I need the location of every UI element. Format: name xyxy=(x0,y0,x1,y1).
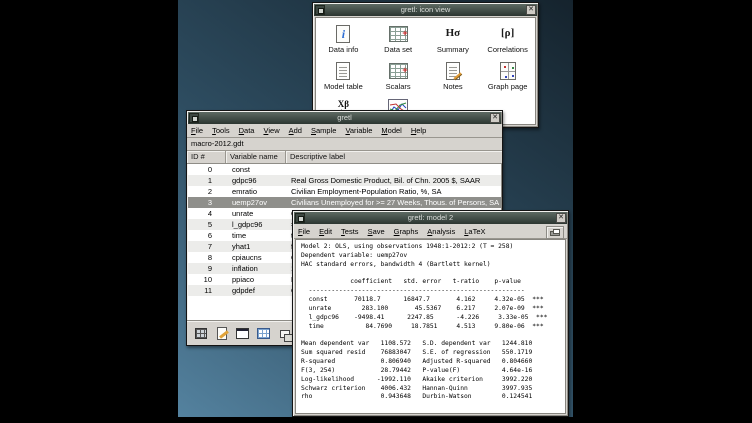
menu-item[interactable]: Help xyxy=(411,126,426,135)
session-icon-data-set[interactable]: Data set xyxy=(371,23,426,60)
menu-item[interactable]: Edit xyxy=(319,227,332,236)
menu-item[interactable]: Data xyxy=(239,126,255,135)
menu-item[interactable]: Model xyxy=(381,126,401,135)
summary-icon: Hσ xyxy=(446,23,461,44)
table-row[interactable]: 2 emratio Civilian Employment-Population… xyxy=(188,186,501,197)
close-icon[interactable]: ✕ xyxy=(556,213,566,223)
model-window: gretl: model 2 ✕ File Edit Tests Save Graphs… xyxy=(292,210,569,417)
session-icon-summary[interactable]: Hσ Summary xyxy=(426,23,481,60)
table-row[interactable]: 3 uemp27ov Civilians Unemployed for >= 2… xyxy=(188,197,501,208)
close-icon[interactable]: ✕ xyxy=(526,5,536,15)
model-titlebar[interactable]: gretl: model 2 ✕ xyxy=(294,212,567,224)
session-view-icon[interactable] xyxy=(277,326,292,341)
window-title: gretl: icon view xyxy=(326,4,525,16)
column-header-id[interactable]: ID # xyxy=(187,151,226,163)
scalars-icon xyxy=(389,60,408,81)
window-menu-button[interactable] xyxy=(189,113,199,123)
table-row[interactable]: 1 gdpc96 Real Gross Domestic Product, Bi… xyxy=(188,175,501,186)
print-icon[interactable] xyxy=(546,226,564,239)
session-icon-data-info[interactable]: i Data info xyxy=(316,23,371,60)
column-header-label[interactable]: Descriptive label xyxy=(286,151,502,163)
window-title: gretl xyxy=(200,112,489,124)
menu-item[interactable]: Analysis xyxy=(427,227,455,236)
menu-item[interactable]: Variable xyxy=(345,126,372,135)
session-icon-notes[interactable]: Notes xyxy=(426,60,481,97)
menu-item[interactable]: File xyxy=(191,126,203,135)
menu-item[interactable]: LaTeX xyxy=(464,227,485,236)
menu-item[interactable]: Tests xyxy=(341,227,359,236)
model-menubar: File Edit Tests Save Graphs Analysis LaTeX xyxy=(294,224,567,239)
menu-item[interactable]: Add xyxy=(289,126,302,135)
window-menu-button[interactable] xyxy=(295,213,305,223)
main-titlebar[interactable]: gretl ✕ xyxy=(188,112,501,124)
console-icon[interactable] xyxy=(235,326,250,341)
spreadsheet-icon[interactable] xyxy=(256,326,271,341)
variable-table-header: ID # Variable name Descriptive label xyxy=(187,151,502,164)
main-menubar: File Tools Data View Add Sample Variable Model H… xyxy=(187,124,502,138)
menu-item[interactable]: Graphs xyxy=(394,227,419,236)
menu-item[interactable]: Sample xyxy=(311,126,336,135)
menu-item[interactable]: View xyxy=(263,126,279,135)
menu-item[interactable]: Tools xyxy=(212,126,230,135)
calculator-icon[interactable] xyxy=(193,326,208,341)
menu-item[interactable]: File xyxy=(298,227,310,236)
window-title: gretl: model 2 xyxy=(306,212,555,224)
graph-page-icon xyxy=(500,60,516,81)
session-icon-grid: i Data info Data set Hσ Summary [ρ] Corr… xyxy=(315,17,536,125)
column-header-name[interactable]: Variable name xyxy=(226,151,286,163)
session-icon-correlations[interactable]: [ρ] Correlations xyxy=(480,23,535,60)
close-icon[interactable]: ✕ xyxy=(490,113,500,123)
session-icon-scalars[interactable]: Scalars xyxy=(371,60,426,97)
menu-item[interactable]: Save xyxy=(368,227,385,236)
data-info-icon: i xyxy=(336,23,350,44)
dataset-filename: macro-2012.gdt xyxy=(187,138,502,151)
session-icon-model-table[interactable]: Model table xyxy=(316,60,371,97)
icon-view-titlebar[interactable]: gretl: icon view ✕ xyxy=(314,4,537,16)
correlations-icon: [ρ] xyxy=(501,23,514,44)
notes-icon xyxy=(446,60,460,81)
table-row[interactable]: 0 const xyxy=(188,164,501,175)
window-menu-button[interactable] xyxy=(315,5,325,15)
model-table-icon xyxy=(336,60,350,81)
new-script-icon[interactable] xyxy=(214,326,229,341)
regression-output: Model 2: OLS, using observations 1948:1-… xyxy=(301,243,565,402)
model-output-panel: Model 2: OLS, using observations 1948:1-… xyxy=(295,239,566,414)
data-set-icon xyxy=(389,23,408,44)
session-icon-graph-page[interactable]: Graph page xyxy=(480,60,535,97)
